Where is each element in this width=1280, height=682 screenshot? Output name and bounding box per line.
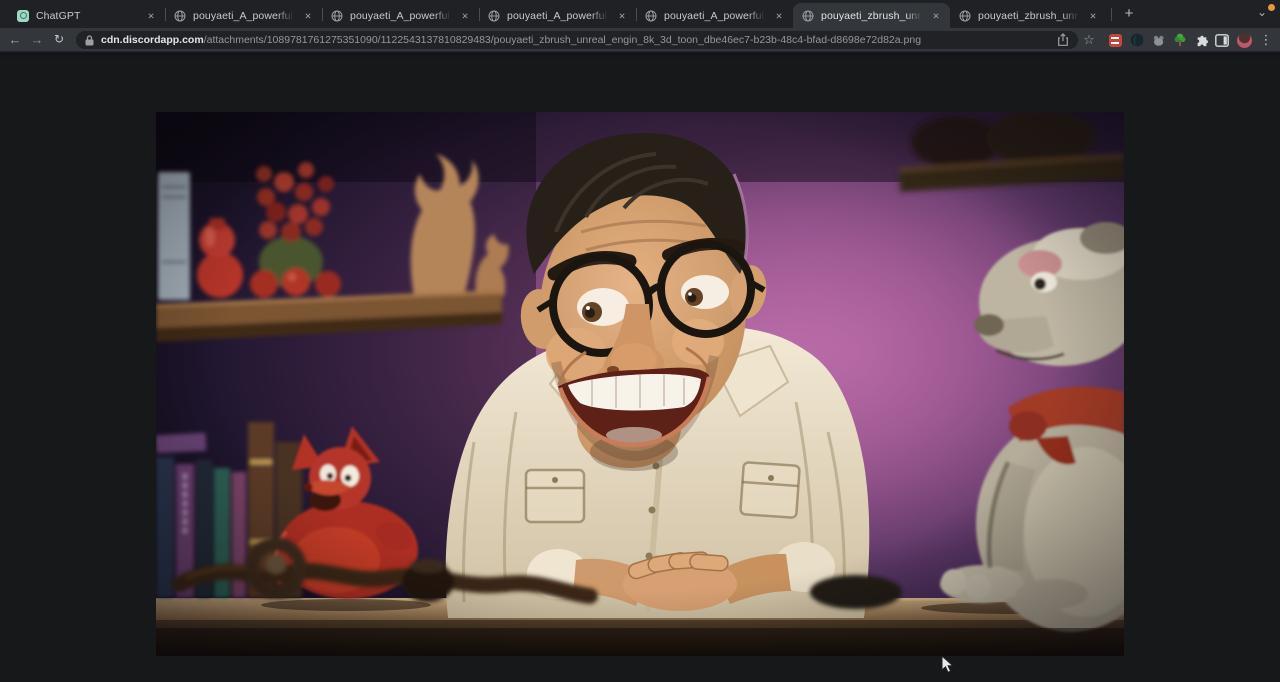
forward-icon[interactable]: → (26, 28, 48, 52)
profile-avatar[interactable] (1234, 28, 1254, 52)
tab-3[interactable]: pouyaeti_A_powerful_modern ✕ (479, 3, 636, 28)
tab-0[interactable]: ChatGPT ✕ (8, 3, 165, 28)
tab-close-button[interactable]: ✕ (929, 9, 943, 23)
tab-title: pouyaeti_zbrush_unreal_engin (821, 10, 924, 22)
download-manager-extension-icon[interactable] (1105, 28, 1125, 52)
viewed-image[interactable] (156, 112, 1124, 656)
browser-toolbar: ← → ↻ cdn.discordapp.com/attachments/108… (0, 28, 1280, 52)
globe-favicon (959, 10, 971, 22)
tab-close-button[interactable]: ✕ (1086, 9, 1100, 23)
chatgpt-favicon (17, 10, 29, 22)
globe-favicon (331, 10, 343, 22)
tab-close-button[interactable]: ✕ (772, 9, 786, 23)
lock-icon (85, 35, 94, 46)
mouse-cursor (941, 655, 954, 674)
share-icon[interactable] (1057, 33, 1069, 47)
tab-title: pouyaeti_A_powerful_modern (193, 10, 296, 22)
globe-favicon (645, 10, 657, 22)
back-icon[interactable]: ← (4, 28, 26, 52)
url-domain: cdn.discordapp.com (101, 34, 204, 46)
tab-close-button[interactable]: ✕ (458, 9, 472, 23)
browser-window: ChatGPT ✕ pouyaeti_A_powerful_modern ✕ p… (0, 0, 1280, 682)
tab-title: ChatGPT (36, 10, 139, 22)
tab-2[interactable]: pouyaeti_A_powerful_modern ✕ (322, 3, 479, 28)
vignette (156, 112, 1124, 656)
tab-title: pouyaeti_A_powerful_modern (350, 10, 453, 22)
recording-indicator-dot (1268, 4, 1275, 11)
globe-favicon (174, 10, 186, 22)
tab-5-active[interactable]: pouyaeti_zbrush_unreal_engin ✕ (793, 3, 950, 28)
bookmark-star-icon[interactable]: ☆ (1079, 28, 1099, 52)
tab-close-button[interactable]: ✕ (301, 9, 315, 23)
tab-6[interactable]: pouyaeti_zbrush_unreal_engin ✕ (950, 3, 1107, 28)
new-tab-button[interactable]: + (1118, 5, 1140, 24)
grey-mouse-extension-icon[interactable] (1148, 28, 1168, 52)
tab-1[interactable]: pouyaeti_A_powerful_modern ✕ (165, 3, 322, 28)
tab-title: pouyaeti_zbrush_unreal_engin (978, 10, 1081, 22)
url-text: cdn.discordapp.com/attachments/108978176… (101, 34, 1057, 46)
side-panel-icon[interactable] (1212, 28, 1232, 52)
globe-favicon (802, 10, 814, 22)
reload-icon[interactable]: ↻ (48, 28, 70, 52)
tab-4[interactable]: pouyaeti_A_powerful_modern ✕ (636, 3, 793, 28)
address-bar[interactable]: cdn.discordapp.com/attachments/108978176… (76, 31, 1078, 49)
tab-title: pouyaeti_A_powerful_modern (664, 10, 767, 22)
url-path: /attachments/1089781761275351090/1122543… (204, 34, 921, 46)
tab-separator (1111, 8, 1112, 21)
dark-mode-moon-extension-icon[interactable] (1127, 28, 1147, 52)
tab-close-button[interactable]: ✕ (144, 9, 158, 23)
menu-kebab-icon[interactable]: ⋮ (1256, 28, 1276, 52)
tab-title: pouyaeti_A_powerful_modern (507, 10, 610, 22)
extensions-puzzle-icon[interactable] (1192, 28, 1212, 52)
tab-close-button[interactable]: ✕ (615, 9, 629, 23)
page-content (0, 53, 1280, 682)
tab-strip: ChatGPT ✕ pouyaeti_A_powerful_modern ✕ p… (0, 0, 1280, 28)
tree-extension-icon[interactable] (1170, 28, 1190, 52)
globe-favicon (488, 10, 500, 22)
